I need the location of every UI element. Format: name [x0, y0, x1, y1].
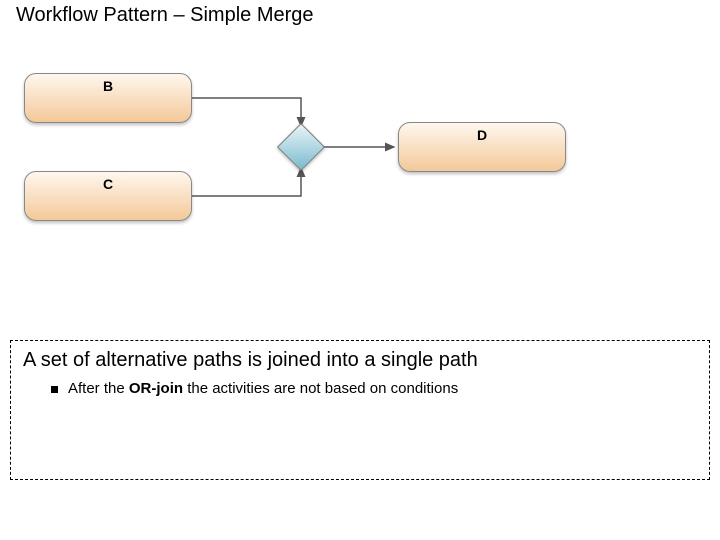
bullet-prefix: After the [68, 380, 129, 397]
node-d: D [398, 122, 566, 172]
workflow-diagram: B C D [24, 68, 574, 258]
node-c-label: C [103, 176, 113, 192]
node-c: C [24, 171, 192, 221]
merge-gateway [284, 130, 318, 164]
bullet-suffix: the activities are not based on conditio… [183, 380, 458, 397]
description-heading: A set of alternative paths is joined int… [23, 349, 697, 372]
bullet-icon [51, 386, 58, 393]
node-b-label: B [103, 78, 113, 94]
page-title: Workflow Pattern – Simple Merge [16, 4, 314, 27]
description-box: A set of alternative paths is joined int… [10, 340, 710, 480]
bullet-text: After the OR-join the activities are not… [68, 380, 458, 397]
bullet-bold: OR-join [129, 380, 183, 397]
node-b: B [24, 73, 192, 123]
description-bullet: After the OR-join the activities are not… [23, 380, 697, 397]
diamond-icon [277, 123, 325, 171]
node-d-label: D [477, 127, 487, 143]
